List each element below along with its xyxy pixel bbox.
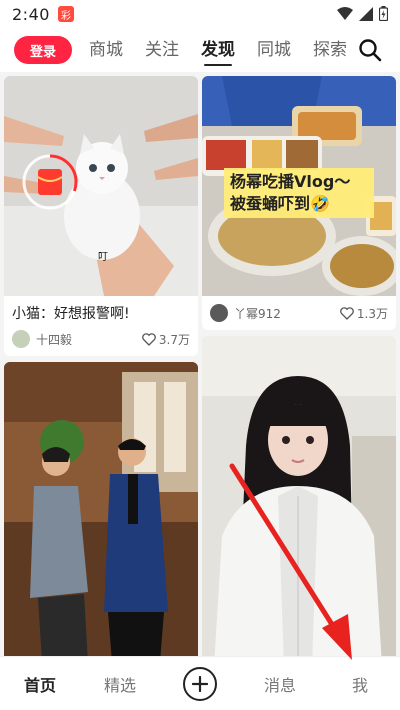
portrait-photo bbox=[202, 336, 396, 656]
card-thumbnail[interactable]: 杨幂吃播Vlog～ 被蚕蛹吓到🤣 bbox=[202, 76, 396, 296]
feed-column-left: 叮 小猫：好想报警啊! 十四毅 3.7万 bbox=[4, 76, 198, 656]
login-button[interactable]: 登录 bbox=[14, 36, 72, 64]
video-title-overlay: 杨幂吃播Vlog～ 被蚕蛹吓到🤣 bbox=[224, 168, 374, 218]
plus-icon[interactable] bbox=[183, 666, 217, 701]
battery-icon bbox=[379, 6, 388, 21]
feed-column-right: 杨幂吃播Vlog～ 被蚕蛹吓到🤣 丫幂912 1.3万 bbox=[202, 76, 396, 656]
tab-explore[interactable]: 探索 bbox=[302, 28, 358, 72]
top-tabs: 商城 关注 发现 同城 探索 bbox=[78, 28, 358, 72]
card-meta: 丫幂912 1.3万 bbox=[202, 296, 396, 330]
card-meta: 十四毅 3.7万 bbox=[4, 324, 198, 356]
tab-discover[interactable]: 发现 bbox=[190, 28, 246, 72]
status-time: 2:40 bbox=[12, 4, 50, 24]
bottom-navigation: 首页 精选 消息 我 bbox=[0, 656, 400, 710]
feed-card[interactable]: 杨幂吃播Vlog～ 被蚕蛹吓到🤣 丫幂912 1.3万 bbox=[202, 76, 396, 330]
card-caption: 小猫：好想报警啊! bbox=[12, 306, 130, 322]
nav-messages[interactable]: 消息 bbox=[240, 672, 320, 696]
like-button[interactable]: 1.3万 bbox=[340, 305, 388, 322]
video-overlay-text: 叮 bbox=[98, 252, 108, 263]
author-avatar[interactable] bbox=[12, 330, 30, 348]
nav-featured[interactable]: 精选 bbox=[80, 672, 160, 696]
system-icons bbox=[337, 6, 388, 21]
feed-card[interactable] bbox=[202, 336, 396, 656]
search-icon[interactable] bbox=[358, 38, 382, 62]
author-name[interactable]: 十四毅 bbox=[36, 331, 142, 348]
cat-photo bbox=[4, 76, 198, 296]
author-avatar[interactable] bbox=[210, 304, 228, 322]
app-notification-icon: 彩 bbox=[57, 6, 74, 22]
top-navigation: 登录 商城 关注 发现 同城 探索 bbox=[0, 28, 400, 72]
status-bar: 2:40 彩 bbox=[0, 0, 400, 28]
tab-nearby[interactable]: 同城 bbox=[246, 28, 302, 72]
like-count: 3.7万 bbox=[158, 332, 190, 347]
author-name[interactable]: 丫幂912 bbox=[234, 305, 340, 322]
tab-following[interactable]: 关注 bbox=[134, 28, 190, 72]
tab-mall[interactable]: 商城 bbox=[78, 28, 134, 72]
feed-card[interactable]: 叮 小猫：好想报警啊! 十四毅 3.7万 bbox=[4, 76, 198, 356]
nav-me[interactable]: 我 bbox=[320, 672, 400, 696]
card-thumbnail[interactable]: 叮 bbox=[4, 76, 198, 296]
nav-home[interactable]: 首页 bbox=[0, 672, 80, 696]
discover-feed[interactable]: 叮 小猫：好想报警啊! 十四毅 3.7万 杨幂吃播Vlog～ 被蚕蛹吓到🤣 丫幂… bbox=[0, 72, 400, 656]
like-button[interactable]: 3.7万 bbox=[142, 331, 190, 348]
nav-publish[interactable] bbox=[160, 666, 240, 701]
signal-icon bbox=[359, 6, 373, 21]
card-thumbnail[interactable] bbox=[4, 362, 198, 656]
drama-scene-photo bbox=[4, 362, 198, 656]
like-count: 1.3万 bbox=[356, 306, 388, 321]
feed-card[interactable] bbox=[4, 362, 198, 656]
heart-icon bbox=[142, 332, 156, 346]
wifi-icon bbox=[337, 6, 353, 20]
card-thumbnail[interactable] bbox=[202, 336, 396, 656]
heart-icon bbox=[340, 306, 354, 320]
